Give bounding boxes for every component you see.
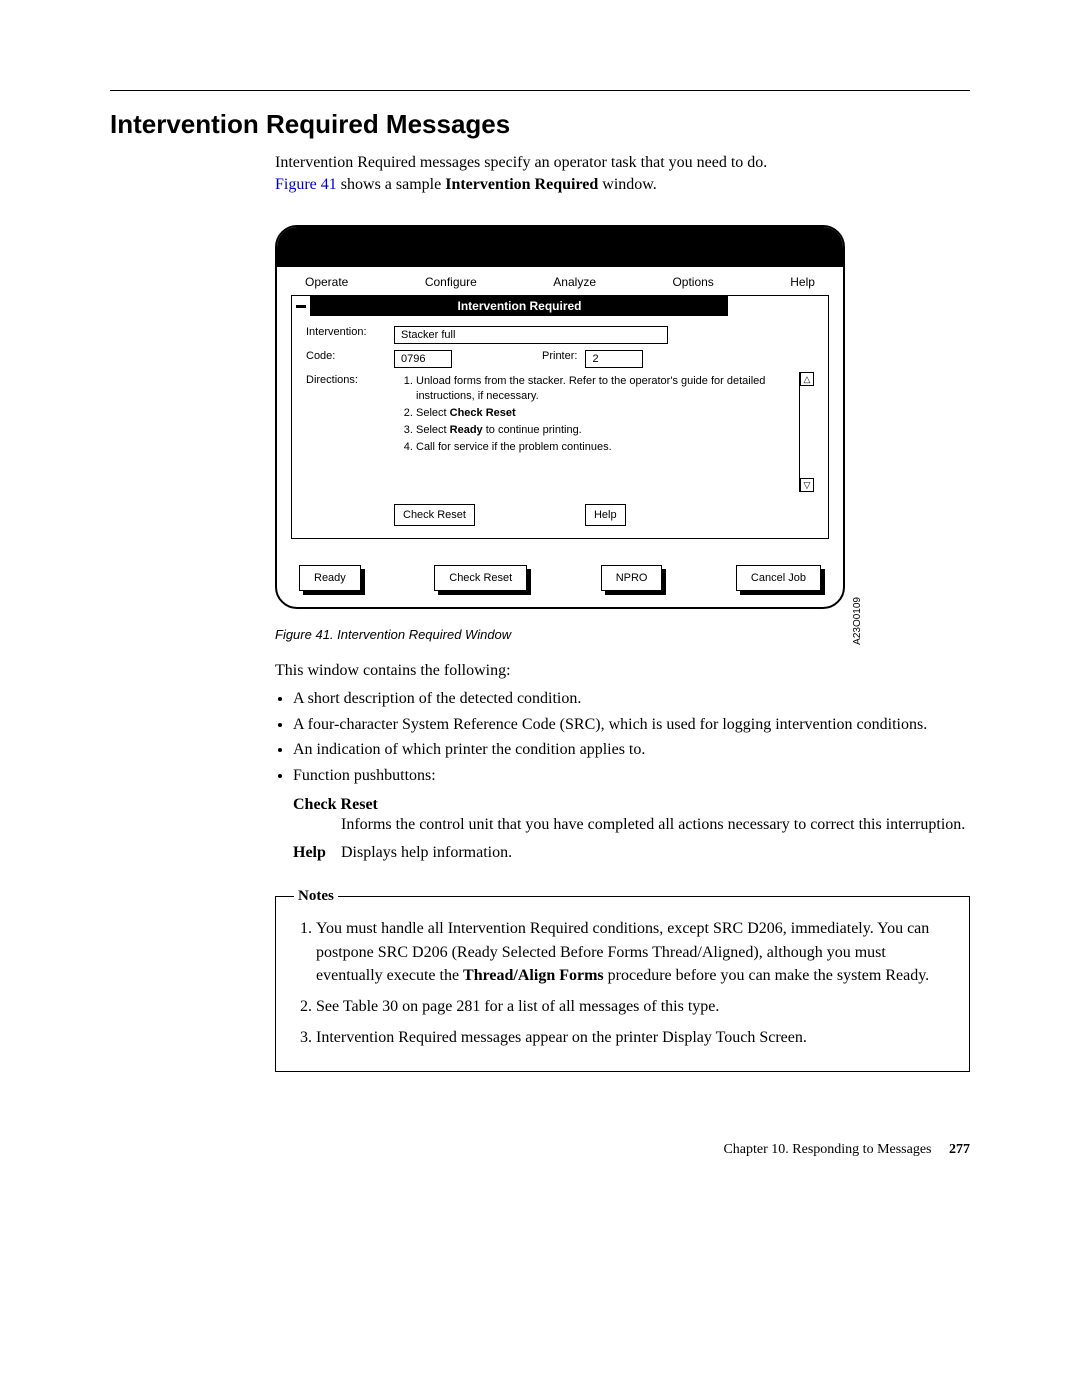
note-1: You must handle all Intervention Require…	[316, 917, 951, 987]
scroll-down-icon[interactable]: ▽	[800, 478, 814, 492]
intro-paragraph: Intervention Required messages specify a…	[275, 152, 970, 195]
outer-window: Operate Configure Analyze Options Help I…	[275, 225, 845, 609]
intro-text-2b: window.	[598, 176, 657, 193]
figure-link[interactable]: Figure 41	[275, 176, 337, 193]
intervention-label: Intervention:	[306, 326, 394, 338]
bullet-3: An indication of which printer the condi…	[293, 739, 970, 761]
form-area: Intervention: Stacker full Code: 0796 Pr…	[292, 316, 828, 538]
figure-caption: Figure 41. Intervention Required Window	[275, 627, 845, 642]
check-reset-term: Check Reset	[293, 796, 970, 814]
cancel-job-button-label: Cancel Job	[736, 565, 821, 591]
direction-3: Select Ready to continue printing.	[416, 423, 790, 438]
scrollbar[interactable]: △ ▽	[799, 372, 814, 492]
direction-4: Call for service if the problem continue…	[416, 440, 790, 455]
code-field: 0796	[394, 350, 452, 368]
help-definition: Displays help information.	[341, 844, 970, 862]
menu-bar: Operate Configure Analyze Options Help	[277, 267, 843, 295]
system-menu-icon[interactable]	[292, 296, 311, 316]
direction-2-a: Select	[416, 407, 450, 419]
figure-side-code: A23O0109	[852, 597, 863, 645]
printer-label: Printer:	[542, 350, 577, 362]
intro-text-1: Intervention Required messages specify a…	[275, 154, 767, 171]
check-reset-definition: Informs the control unit that you have c…	[341, 816, 970, 834]
help-term: Help	[293, 844, 341, 862]
page-footer: Chapter 10. Responding to Messages 277	[110, 1142, 970, 1158]
feature-list: A short description of the detected cond…	[275, 688, 970, 786]
check-reset-button-label: Check Reset	[434, 565, 527, 591]
bullet-4: Function pushbuttons:	[293, 765, 970, 787]
horizontal-rule	[110, 90, 970, 91]
menu-analyze[interactable]: Analyze	[553, 275, 596, 289]
directions-list: Unload forms from the stacker. Refer to …	[394, 374, 814, 456]
notes-box: Notes You must handle all Intervention R…	[275, 888, 970, 1072]
definition-list: Check Reset Informs the control unit tha…	[293, 796, 970, 862]
inner-window-title: Intervention Required	[311, 296, 728, 316]
section-heading: Intervention Required Messages	[110, 109, 970, 140]
bottom-button-row: Ready Check Reset NPRO Cancel Job	[277, 539, 843, 591]
footer-chapter: Chapter 10. Responding to Messages	[723, 1142, 931, 1157]
direction-2: Select Check Reset	[416, 406, 790, 421]
direction-3-c: to continue printing.	[483, 424, 582, 436]
code-label: Code:	[306, 350, 394, 362]
notes-legend: Notes	[294, 888, 338, 905]
ready-button[interactable]: Ready	[299, 565, 361, 591]
ready-button-label: Ready	[299, 565, 361, 591]
inner-check-reset-button[interactable]: Check Reset	[394, 504, 475, 526]
outer-titlebar	[277, 227, 843, 267]
menu-help[interactable]: Help	[790, 275, 815, 289]
inner-titlebar: Intervention Required	[292, 296, 828, 316]
direction-1: Unload forms from the stacker. Refer to …	[416, 374, 790, 404]
note-1-bold: Thread/Align Forms	[463, 967, 604, 984]
footer-page-number: 277	[949, 1142, 970, 1157]
intro-text-2a: shows a sample	[337, 176, 445, 193]
direction-2-bold: Check Reset	[450, 407, 516, 419]
menu-operate[interactable]: Operate	[305, 275, 348, 289]
menu-options[interactable]: Options	[672, 275, 713, 289]
menu-configure[interactable]: Configure	[425, 275, 477, 289]
note-2: See Table 30 on page 281 for a list of a…	[316, 995, 951, 1018]
direction-3-a: Select	[416, 424, 450, 436]
cancel-job-button[interactable]: Cancel Job	[736, 565, 821, 591]
figure-41: Operate Configure Analyze Options Help I…	[275, 225, 845, 642]
npro-button[interactable]: NPRO	[601, 565, 663, 591]
inner-window: Intervention Required Intervention: Stac…	[291, 295, 829, 539]
after-figure-intro: This window contains the following:	[275, 660, 970, 682]
note-1-c: procedure before you can make the system…	[604, 967, 930, 984]
check-reset-button[interactable]: Check Reset	[434, 565, 527, 591]
direction-3-bold: Ready	[450, 424, 483, 436]
directions-label: Directions:	[306, 374, 394, 386]
intro-text-2-bold: Intervention Required	[445, 176, 598, 193]
scroll-up-icon[interactable]: △	[800, 372, 814, 386]
bullet-2: A four-character System Reference Code (…	[293, 714, 970, 736]
intervention-field: Stacker full	[394, 326, 668, 344]
inner-help-button[interactable]: Help	[585, 504, 626, 526]
npro-button-label: NPRO	[601, 565, 663, 591]
bullet-1: A short description of the detected cond…	[293, 688, 970, 710]
note-3: Intervention Required messages appear on…	[316, 1026, 951, 1049]
printer-field: 2	[585, 350, 643, 368]
